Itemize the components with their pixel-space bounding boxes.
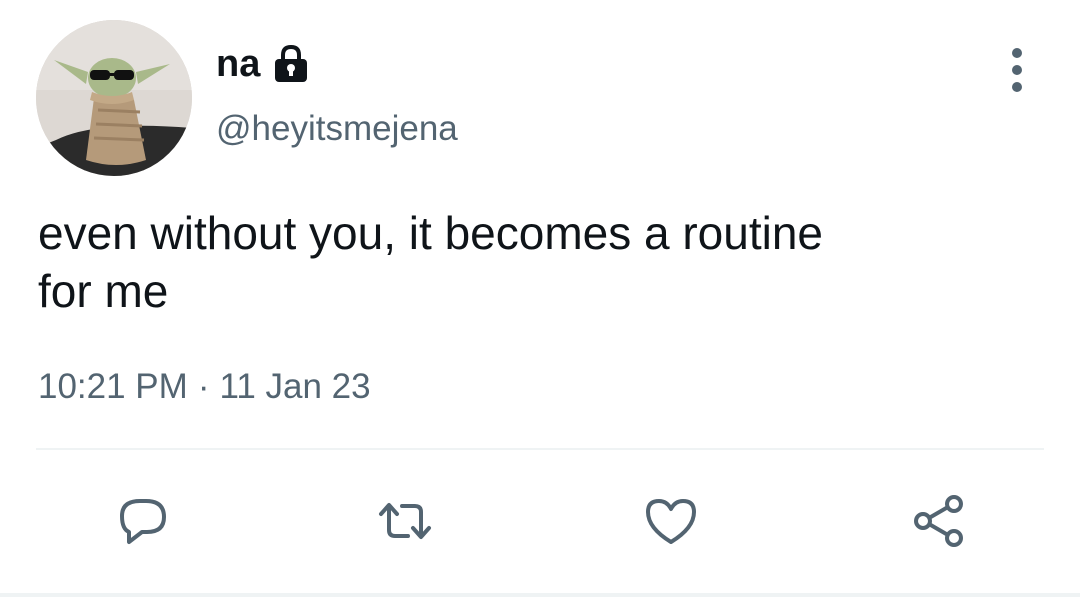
- retweet-icon: [379, 503, 431, 539]
- action-bar: [0, 486, 1080, 556]
- more-vertical-icon[interactable]: [1002, 48, 1032, 92]
- lock-icon: [272, 44, 310, 84]
- tweet-date: 11 Jan 23: [219, 367, 371, 406]
- dot: [1012, 65, 1022, 75]
- reply-button[interactable]: [108, 486, 178, 556]
- tweet-text: even without you, it becomes a routine f…: [38, 207, 824, 317]
- timestamp-separator: ·: [197, 367, 210, 406]
- tweet-timestamp[interactable]: 10:21 PM · 11 Jan 23: [38, 364, 371, 410]
- avatar[interactable]: [36, 20, 192, 176]
- heart-icon: [646, 499, 696, 544]
- like-button[interactable]: [636, 486, 706, 556]
- tweet-time: 10:21 PM: [38, 367, 188, 406]
- display-name[interactable]: na: [216, 38, 260, 90]
- author-handle[interactable]: @heyitsmejena: [216, 106, 458, 152]
- share-button[interactable]: [904, 486, 974, 556]
- share-icon: [914, 495, 963, 547]
- dot: [1012, 48, 1022, 58]
- retweet-button[interactable]: [370, 486, 440, 556]
- avatar-image: [36, 20, 192, 176]
- author-name-row[interactable]: na: [216, 38, 310, 90]
- reply-icon: [120, 499, 166, 544]
- bottom-border: [0, 593, 1080, 597]
- dot: [1012, 82, 1022, 92]
- divider: [36, 448, 1044, 450]
